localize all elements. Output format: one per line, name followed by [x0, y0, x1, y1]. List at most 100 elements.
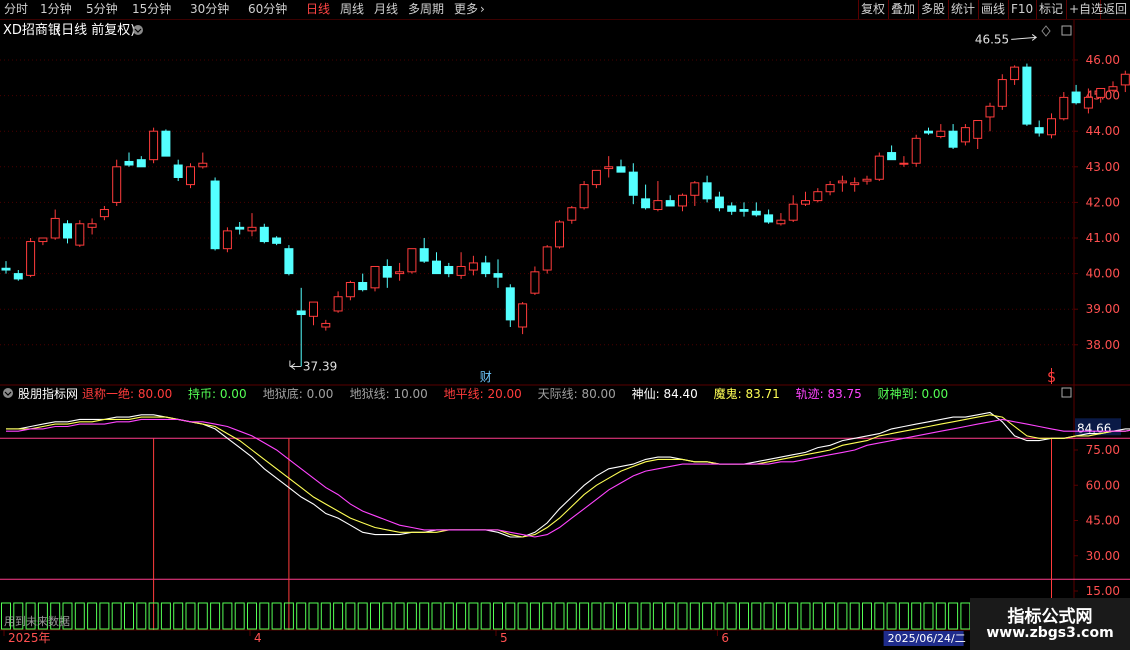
histogram-bar — [579, 602, 590, 630]
candle-body — [1120, 73, 1130, 86]
indicator-line-shenxian — [6, 411, 1130, 538]
candle — [173, 159, 183, 182]
candle — [813, 188, 823, 203]
candle — [555, 220, 564, 249]
candle-body — [173, 164, 183, 178]
histogram-bar — [726, 602, 737, 630]
price-tick-label: 44.00 — [1086, 124, 1120, 138]
date-tick-label: 4 — [254, 631, 262, 645]
candle — [468, 255, 478, 276]
histogram-bar — [739, 602, 749, 630]
candle — [161, 129, 171, 157]
candle-body — [887, 152, 897, 161]
indicator-line-mogui — [6, 414, 1130, 538]
histogram-bar — [862, 602, 872, 630]
candle-body — [764, 214, 774, 223]
candle-body — [874, 155, 884, 180]
histogram-bar — [124, 602, 134, 630]
candle — [567, 205, 577, 224]
histogram-bar — [210, 602, 221, 630]
low-price-label: 37.39 — [303, 360, 337, 374]
price-grid — [0, 59, 1074, 346]
histogram-bar — [665, 602, 676, 630]
watermark-title: 指标公式网 — [1007, 607, 1093, 627]
indicator-toggle-icon[interactable] — [1061, 387, 1072, 398]
candle-body — [850, 182, 860, 186]
histogram-bar — [800, 602, 811, 630]
chart-frame — [0, 20, 1130, 631]
candle-body — [468, 262, 478, 271]
candle — [13, 270, 23, 281]
candle — [936, 124, 946, 139]
histogram-bar — [406, 602, 417, 630]
candle — [235, 221, 245, 235]
candle-body — [714, 196, 724, 209]
histogram-bar — [529, 602, 540, 630]
candle — [395, 262, 405, 281]
candle-body — [751, 210, 761, 216]
candle-body — [702, 182, 712, 200]
indicator-value-9: 财神到: 0.00 — [878, 387, 949, 401]
candle-body — [112, 166, 122, 203]
date-tick-label: 2025年 — [8, 631, 51, 645]
candle — [456, 252, 466, 279]
price-annotations: 46.5537.39财 S — [289, 32, 1056, 386]
histogram-bar — [517, 602, 528, 630]
candle — [222, 227, 232, 253]
candle-body — [333, 296, 343, 312]
candle-body — [419, 248, 429, 262]
candle — [641, 184, 651, 210]
date-box-label: 2025/06/24/二 — [888, 632, 966, 645]
candle — [518, 302, 528, 335]
candle — [874, 152, 884, 182]
diamond-icon[interactable] — [1041, 25, 1051, 37]
histogram-bar — [554, 602, 565, 630]
candle — [345, 280, 355, 301]
candle — [678, 193, 687, 212]
histogram-bar — [689, 602, 700, 630]
histogram-bar — [357, 602, 368, 630]
candle-body — [247, 226, 257, 232]
histogram-bar — [751, 602, 762, 630]
candle-body — [936, 130, 946, 138]
stock-title: XD招商银 — [3, 23, 61, 38]
indicator-tick-label: 15.00 — [1086, 584, 1120, 598]
candle — [924, 127, 933, 135]
future-data-caption: 用到未来数据 — [4, 614, 70, 628]
candle — [124, 152, 134, 167]
candle-body — [1059, 96, 1069, 120]
candle-body — [149, 130, 159, 161]
high-marker-line — [1011, 36, 1037, 40]
candle — [432, 252, 441, 275]
title-dropdown-icon[interactable] — [133, 25, 143, 35]
candle — [296, 287, 306, 367]
window-toggle-icon[interactable] — [1061, 25, 1072, 36]
histogram-bar — [714, 602, 725, 630]
candle-body — [321, 322, 331, 328]
histogram-bar — [960, 602, 971, 630]
candle — [26, 238, 36, 278]
title-dropdown-circle[interactable] — [133, 25, 143, 35]
stock-subtitle: (日线 前复权) — [56, 22, 135, 38]
candle-body — [456, 265, 466, 276]
histogram-bar — [542, 602, 553, 630]
candle-body — [284, 248, 294, 275]
price-tick-label: 39.00 — [1086, 302, 1120, 316]
indicator-value-2: 地狱底: 0.00 — [263, 386, 334, 401]
indicator-tick-label: 75.00 — [1086, 443, 1120, 457]
candlestick-series — [1, 63, 1130, 367]
candle-body — [911, 137, 921, 164]
indicator-value-6: 神仙: 84.40 — [632, 387, 698, 401]
indicator-dropdown-icon[interactable] — [3, 388, 13, 398]
stock-chart: XD招商银 (日线 前复权) 38.00 39.00 40.00 41.00 42.00… — [0, 20, 1130, 646]
candle-body — [222, 230, 232, 250]
histogram-bar — [333, 602, 344, 630]
histogram-bar — [837, 602, 848, 630]
candle — [825, 181, 835, 196]
histogram-bar — [677, 602, 688, 630]
candle — [149, 127, 159, 164]
candle — [665, 195, 675, 207]
candle — [960, 124, 970, 146]
candle-body — [579, 184, 589, 209]
histogram-bar — [652, 602, 663, 630]
